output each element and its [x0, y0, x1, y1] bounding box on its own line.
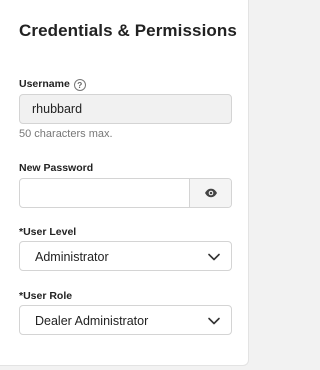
help-icon[interactable]: ?: [73, 79, 86, 91]
user-role-value: Dealer Administrator: [35, 314, 149, 328]
eye-icon: [204, 188, 217, 198]
user-level-value: Administrator: [35, 250, 109, 264]
new-password-field[interactable]: [19, 178, 232, 208]
chevron-down-icon: [208, 253, 220, 261]
user-level-select[interactable]: Administrator: [19, 241, 232, 271]
new-password-label: New Password: [19, 162, 94, 174]
user-role-label: *User Role: [19, 290, 73, 302]
user-level-label: *User Level: [19, 226, 77, 238]
username-label-row: Username?: [19, 78, 86, 91]
username-field[interactable]: rhubbard: [19, 94, 232, 124]
user-role-select[interactable]: Dealer Administrator: [19, 305, 232, 335]
username-label: Username: [19, 78, 70, 90]
section-title: Credentials & Permissions: [19, 21, 237, 40]
username-hint: 50 characters max.: [19, 128, 113, 140]
credentials-card: Credentials & Permissions Username? rhub…: [0, 0, 249, 366]
username-value: rhubbard: [32, 102, 83, 116]
show-password-button[interactable]: [189, 179, 231, 207]
chevron-down-icon: [208, 317, 220, 325]
